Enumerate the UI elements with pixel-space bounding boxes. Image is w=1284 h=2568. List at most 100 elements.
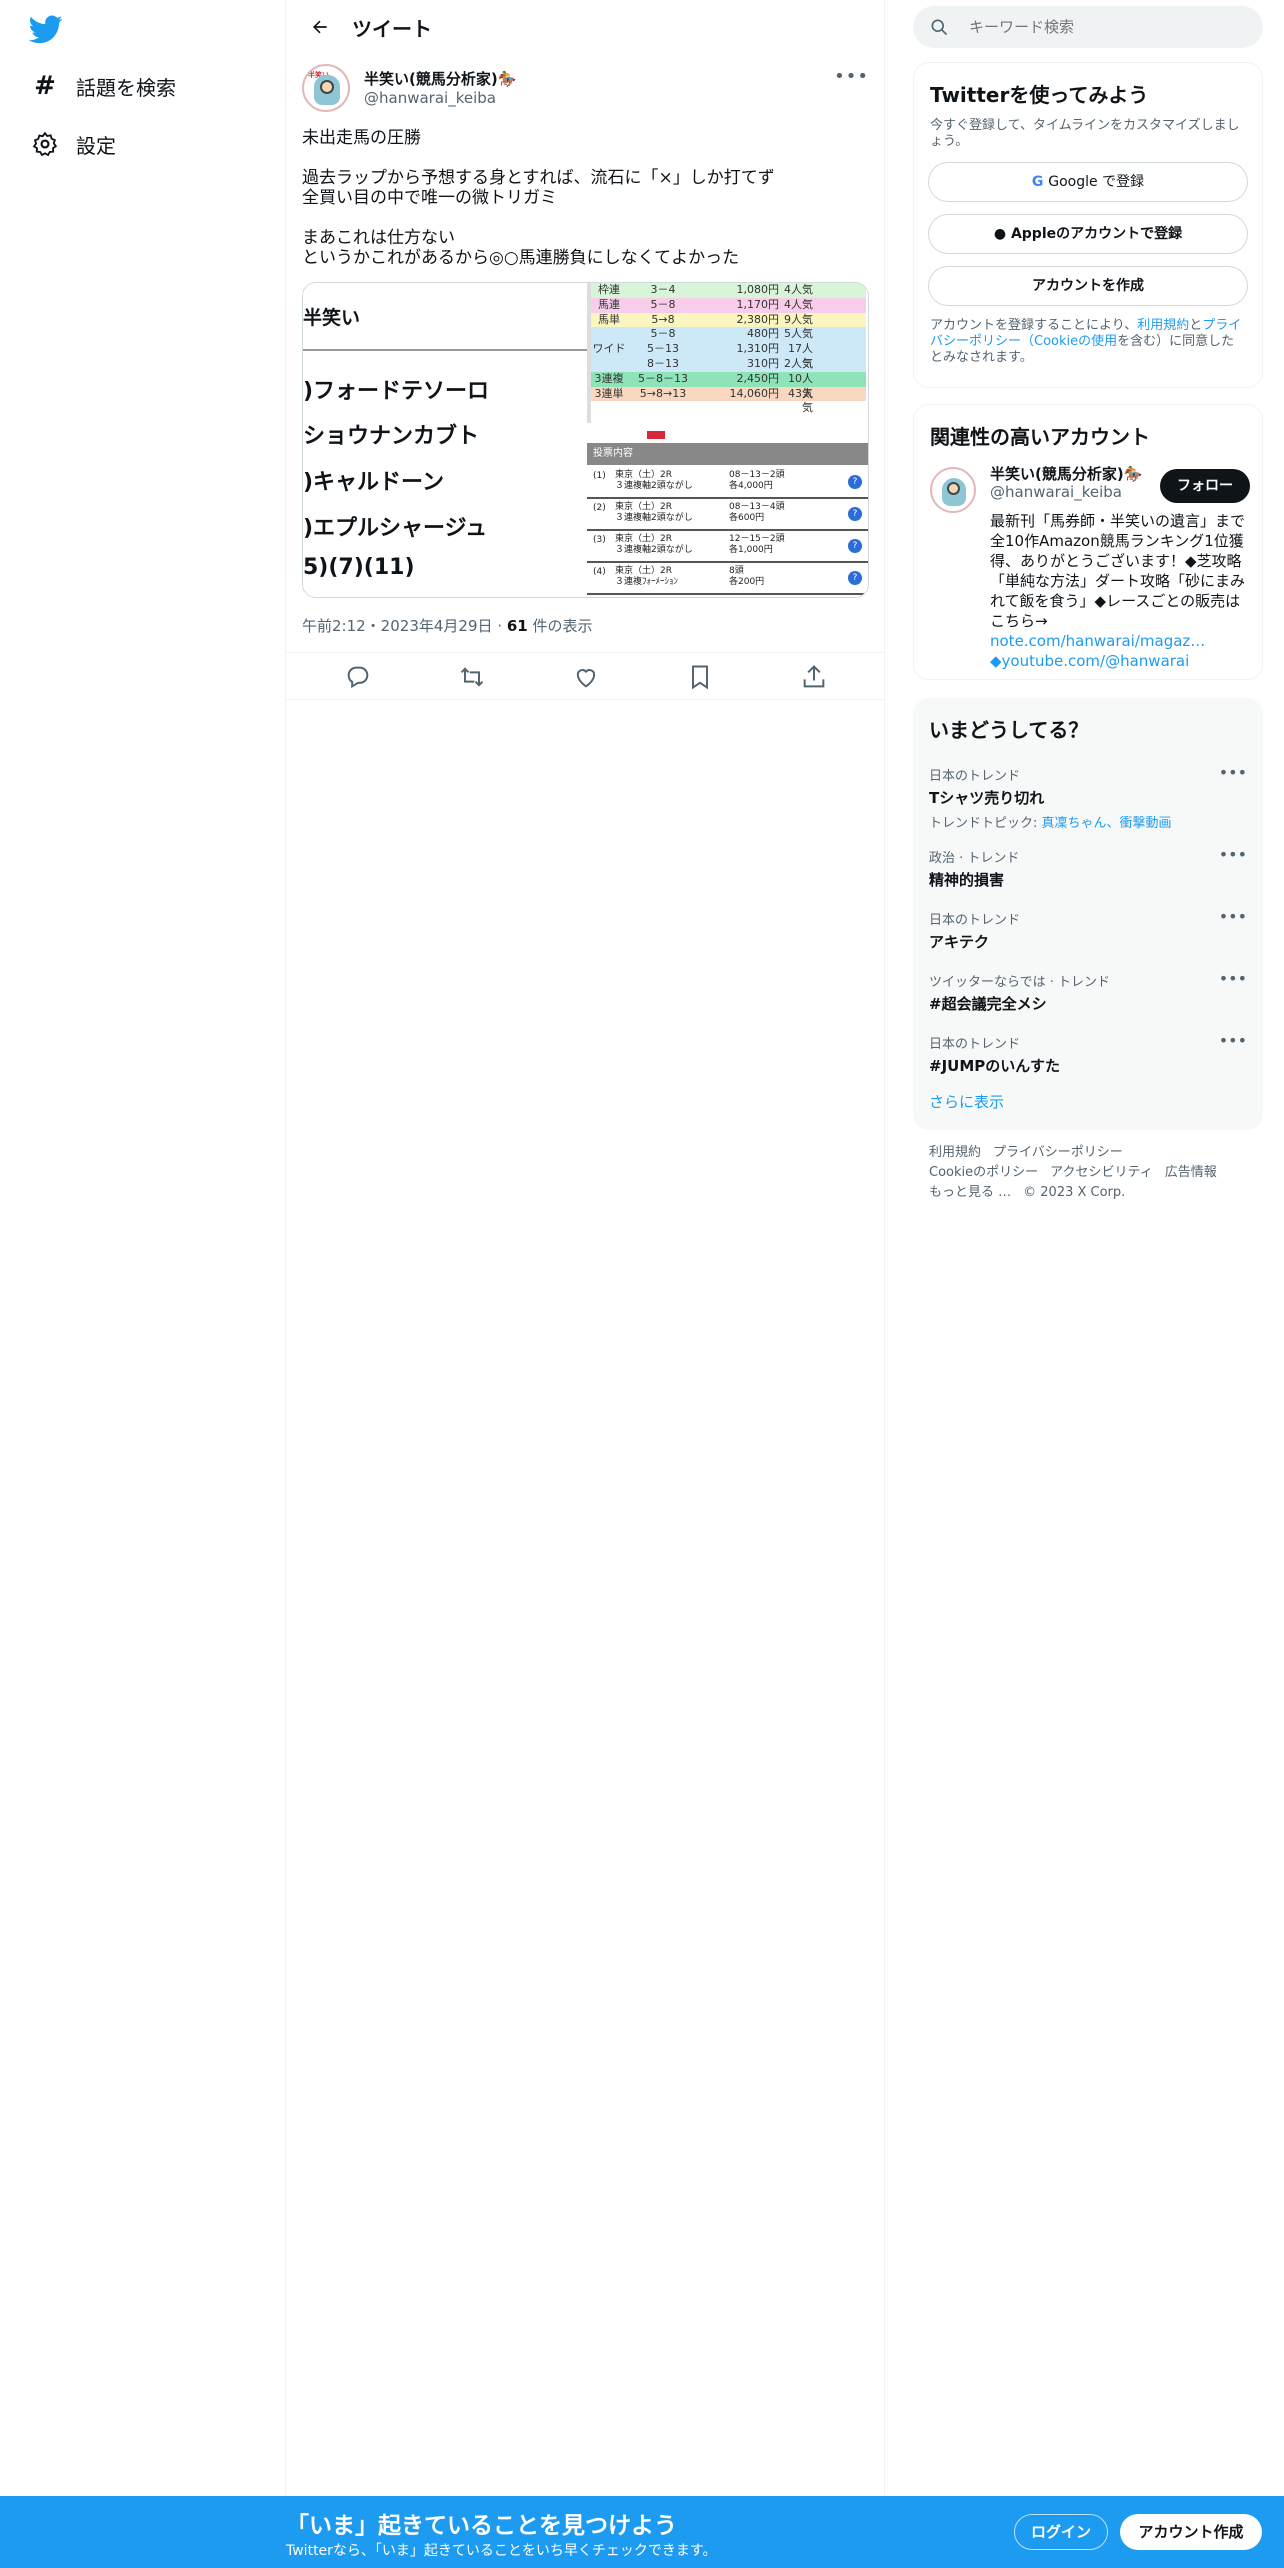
views-count: 61 bbox=[506, 617, 528, 635]
payout-row: 8－13 310円 2人気 bbox=[591, 356, 866, 372]
more-options-icon[interactable]: ••• bbox=[1219, 845, 1247, 864]
show-more-link[interactable]: さらに表示 bbox=[929, 1091, 1263, 1112]
payout-row: 馬連 5－8 1,170円 4人気 bbox=[591, 297, 866, 313]
footer-link[interactable]: プライバシーポリシー bbox=[993, 1145, 1123, 1160]
trend-name: アキテク bbox=[929, 933, 990, 951]
payout-combo: 5－8 bbox=[650, 327, 676, 341]
related-name[interactable]: 半笑い(競馬分析家)🏇 bbox=[990, 463, 1142, 484]
trend-item[interactable]: 日本のトレンド #JUMPのいんすた ••• bbox=[913, 1023, 1263, 1085]
author-name[interactable]: 半笑い(競馬分析家)🏇 bbox=[364, 68, 516, 89]
create-account-button[interactable]: アカウントを作成 bbox=[928, 266, 1248, 306]
vote-bet: 08－13－2頭 各4,000円 bbox=[729, 470, 785, 491]
signup-button[interactable]: アカウント作成 bbox=[1120, 2514, 1262, 2550]
banner-subtitle: Twitterなら、「いま」起きていることをいち早くチェックできます。 bbox=[286, 2543, 717, 2559]
trend-name: Tシャツ売り切れ bbox=[929, 789, 1045, 807]
signup-card: Twitterを使ってみよう 今すぐ登録して、タイムラインをカスタマイズしましょ… bbox=[913, 62, 1263, 388]
follow-button[interactable]: フォロー bbox=[1160, 469, 1250, 503]
bio-link-youtube[interactable]: ◆youtube.com/@hanwarai bbox=[990, 652, 1189, 670]
gear-icon bbox=[28, 127, 62, 161]
footer-link[interactable]: アクセシビリティ bbox=[1050, 1165, 1153, 1180]
payout-row: 3連複 5－8－13 2,450円 10人気 bbox=[591, 371, 866, 400]
trend-topic-link[interactable]: 真凜ちゃん、衝撃動画 bbox=[1042, 816, 1172, 831]
trend-item[interactable]: 日本のトレンド Tシャツ売り切れ トレンドトピック: 真凜ちゃん、衝撃動画 ••• bbox=[913, 755, 1263, 837]
footer-link[interactable]: 利用規約 bbox=[929, 1145, 981, 1160]
trend-context: 日本のトレンド bbox=[929, 913, 1021, 928]
image-left-panel: 半笑い )フォードテソーロ ショウナンカブト )キャルドーン )エプルシャージュ… bbox=[303, 283, 587, 597]
related-handle[interactable]: @hanwarai_keiba bbox=[990, 483, 1122, 501]
share-icon[interactable] bbox=[800, 663, 828, 691]
detail-icon: ? bbox=[848, 571, 862, 585]
trend-context: ツイッターならでは · トレンド bbox=[929, 975, 1111, 990]
trend-item[interactable]: ツイッターならでは · トレンド #超会議完全メシ ••• bbox=[913, 961, 1263, 1023]
horse-name: )フォードテソーロ bbox=[303, 379, 490, 404]
payout-type: 3連単 bbox=[594, 386, 624, 400]
payout-amount: 1,310円 bbox=[736, 342, 780, 356]
more-options-icon[interactable]: ••• bbox=[834, 66, 869, 87]
retweet-icon[interactable] bbox=[458, 663, 486, 691]
payout-pop: 2人気 bbox=[784, 356, 813, 370]
footer-link[interactable]: もっと見る … bbox=[929, 1185, 1011, 1200]
back-arrow-icon[interactable] bbox=[300, 7, 340, 47]
trend-list: 日本のトレンド Tシャツ売り切れ トレンドトピック: 真凜ちゃん、衝撃動画 ••• 政治… bbox=[913, 755, 1263, 1085]
nav-settings-label: 設定 bbox=[76, 133, 116, 158]
payout-type bbox=[591, 357, 627, 372]
avatar[interactable]: 半笑い bbox=[302, 64, 350, 112]
reply-icon[interactable] bbox=[344, 663, 372, 691]
trend-item[interactable]: 政治 · トレンド 精神的損害 ••• bbox=[913, 837, 1263, 899]
author-handle[interactable]: @hanwarai_keiba bbox=[364, 89, 496, 107]
search-box[interactable] bbox=[913, 6, 1263, 48]
nav-explore[interactable]: # 話題を検索 bbox=[28, 66, 176, 106]
signup-legal-text: アカウントを登録することにより、利用規約とプライバシーポリシー（Cookieの使… bbox=[930, 318, 1242, 365]
vote-row: (3) 東京（土）2R ３連複軸2頭ながし 12－15－2頭 各1,000円? bbox=[587, 531, 868, 563]
search-input[interactable] bbox=[969, 6, 1249, 48]
payout-type: 馬単 bbox=[598, 312, 620, 326]
vote-n: (4) bbox=[593, 567, 606, 577]
login-button[interactable]: ログイン bbox=[1014, 2514, 1108, 2550]
horse-name: )キャルドーン bbox=[303, 470, 444, 495]
footer-link[interactable]: 広告情報 bbox=[1165, 1165, 1217, 1180]
bookmark-icon[interactable] bbox=[686, 663, 714, 691]
signup-card-title: Twitterを使ってみよう bbox=[930, 83, 1149, 107]
vote-race: 東京（土）2R ３連複軸2頭ながし bbox=[615, 534, 693, 555]
more-options-icon[interactable]: ••• bbox=[1219, 1031, 1247, 1050]
avatar[interactable] bbox=[930, 467, 976, 513]
payout-amount: 1,170円 bbox=[736, 297, 780, 311]
trend-item[interactable]: 日本のトレンド アキテク ••• bbox=[913, 899, 1263, 961]
apple-signup-button[interactable]: ● Appleのアカウントで登録 bbox=[928, 214, 1248, 254]
payout-combo: 8－13 bbox=[647, 356, 679, 370]
twitter-logo-icon[interactable] bbox=[26, 12, 66, 46]
google-signup-button[interactable]: G Google で登録 bbox=[928, 162, 1248, 202]
vote-n: (1) bbox=[593, 471, 606, 481]
more-options-icon[interactable]: ••• bbox=[1219, 907, 1247, 926]
payout-pop: 9人気 bbox=[784, 312, 813, 326]
payout-type: 3連複 bbox=[594, 371, 624, 385]
vote-bet: 8頭 各200円 bbox=[729, 566, 765, 587]
image-right-panel: 枠連 3－4 1,080円 4人気 馬連 5－8 1,170円 4人気 馬単 5→8 2,380円 9… bbox=[587, 283, 868, 597]
detail-icon: ? bbox=[848, 507, 862, 521]
detail-icon: ? bbox=[848, 539, 862, 553]
image-author-label: 半笑い bbox=[303, 307, 361, 329]
vote-row: (4) 東京（土）2R ３連複ﾌｫｰﾒｰｼｮﾝ 8頭 各200円? bbox=[587, 563, 868, 595]
bio-link-note[interactable]: note.com/hanwarai/magaz… bbox=[990, 632, 1205, 650]
tweet-text: 未出走馬の圧勝 過去ラップから予想する身とすれば、流石に「×」しか打てず 全買い… bbox=[302, 128, 775, 268]
tweet-timestamp[interactable]: 午前2:12・2023年4月29日 bbox=[302, 617, 493, 635]
terms-link[interactable]: 利用規約 bbox=[1137, 318, 1189, 333]
trend-topic: トレンドトピック: 真凜ちゃん、衝撃動画 bbox=[929, 816, 1172, 831]
more-options-icon[interactable]: ••• bbox=[1219, 763, 1247, 782]
like-icon[interactable] bbox=[572, 663, 600, 691]
tweet-image[interactable]: 半笑い )フォードテソーロ ショウナンカブト )キャルドーン )エプルシャージュ… bbox=[302, 282, 869, 598]
payout-pop: 17人気 bbox=[788, 342, 813, 370]
payout-combo: 5→8→13 bbox=[639, 386, 687, 400]
login-banner: 「いま」起きていることを見つけよう Twitterなら、「いま」起きていることを… bbox=[0, 2496, 1284, 2568]
vote-n: (2) bbox=[593, 503, 606, 513]
footer-link[interactable]: Cookieのポリシー bbox=[929, 1165, 1038, 1180]
payout-combo: 5－8－13 bbox=[638, 371, 688, 385]
payout-amount: 2,450円 bbox=[736, 371, 780, 385]
nav-settings[interactable]: 設定 bbox=[28, 124, 116, 164]
right-sidebar: Twitterを使ってみよう 今すぐ登録して、タイムラインをカスタマイズしましょ… bbox=[885, 0, 1284, 1300]
payout-pop: 5人気 bbox=[784, 327, 813, 341]
payout-combo: 5－13 bbox=[647, 342, 679, 356]
more-options-icon[interactable]: ••• bbox=[1219, 969, 1247, 988]
vote-n: (3) bbox=[593, 535, 606, 545]
payout-pop: 4人気 bbox=[784, 283, 813, 296]
